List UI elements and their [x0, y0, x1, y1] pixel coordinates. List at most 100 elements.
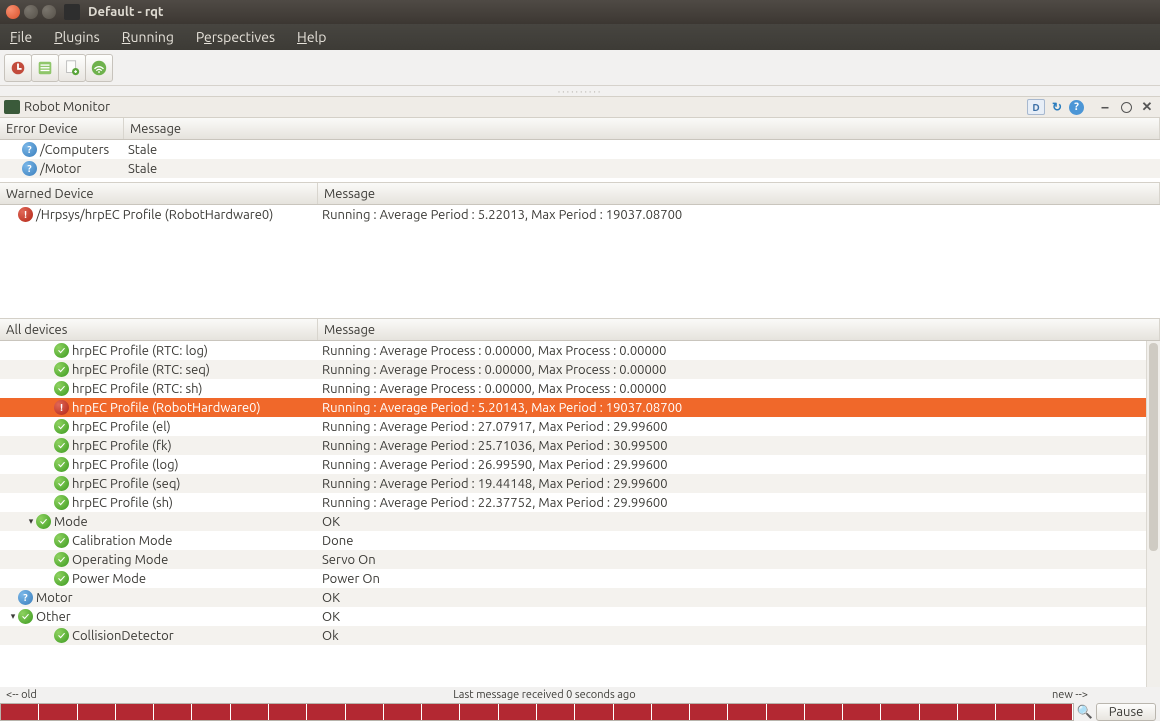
error-rows: /ComputersStale/MotorStale	[0, 140, 1160, 182]
minimize-plugin-icon[interactable]: –	[1096, 99, 1114, 115]
device-row[interactable]: MotorOK	[0, 588, 1146, 607]
timeline-segment[interactable]	[652, 704, 690, 720]
help-icon[interactable]: ?	[1069, 100, 1084, 115]
all-devices-pane: All devices Message hrpEC Profile (RTC: …	[0, 318, 1160, 721]
magnifier-icon[interactable]: 🔍	[1078, 703, 1092, 721]
device-label: hrpEC Profile (RTC: sh)	[72, 382, 202, 396]
timeline-segment[interactable]	[39, 704, 77, 720]
menu-plugins[interactable]: Plugins	[54, 29, 100, 45]
timeline-segment[interactable]	[614, 704, 652, 720]
disclosure-triangle[interactable]: ▾	[8, 611, 18, 622]
timeline-segment[interactable]	[460, 704, 498, 720]
timeline-segment[interactable]	[116, 704, 154, 720]
ok-status-icon	[54, 476, 69, 491]
device-label: Motor	[36, 591, 73, 605]
timeline-segment[interactable]	[192, 704, 230, 720]
plugin-title: Robot Monitor	[24, 100, 110, 114]
timeline-segment[interactable]	[231, 704, 269, 720]
menu-running[interactable]: Running	[122, 29, 174, 45]
page-add-icon	[63, 59, 81, 77]
timeline-new-label: new -->	[1052, 689, 1088, 701]
scrollbar-thumb[interactable]	[1149, 343, 1158, 551]
timeline-segment[interactable]	[499, 704, 537, 720]
plugin-icon	[4, 100, 20, 114]
timeline-segment[interactable]	[958, 704, 996, 720]
toolbar-button-3[interactable]	[58, 54, 86, 82]
warn-row[interactable]: /Hrpsys/hrpEC Profile (RobotHardware0)Ru…	[0, 205, 1160, 224]
message-label: Running : Average Period : 5.22013, Max …	[318, 208, 1160, 222]
device-label: hrpEC Profile (log)	[72, 458, 179, 472]
refresh-icon[interactable]: ↻	[1048, 99, 1066, 115]
error-col-device[interactable]: Error Device	[0, 118, 124, 139]
device-row[interactable]: Operating ModeServo On	[0, 550, 1146, 569]
timeline-segment[interactable]	[78, 704, 116, 720]
warn-status-icon	[18, 207, 33, 222]
toolbar-button-1[interactable]	[4, 54, 32, 82]
minimize-icon[interactable]	[24, 5, 38, 19]
timeline-bar[interactable]	[0, 703, 1074, 721]
close-plugin-icon[interactable]: ✕	[1138, 99, 1156, 115]
menu-help[interactable]: Help	[297, 29, 326, 45]
device-row[interactable]: Power ModePower On	[0, 569, 1146, 588]
device-row[interactable]: hrpEC Profile (RobotHardware0)Running : …	[0, 398, 1146, 417]
toolbar-button-4[interactable]	[85, 54, 113, 82]
timeline-segment[interactable]	[996, 704, 1034, 720]
device-row[interactable]: hrpEC Profile (el)Running : Average Peri…	[0, 417, 1146, 436]
all-col-message[interactable]: Message	[318, 319, 1160, 340]
error-row[interactable]: /MotorStale	[0, 159, 1160, 178]
timeline-segment[interactable]	[1, 704, 39, 720]
dock-toggle-icon[interactable]: D	[1027, 99, 1045, 115]
device-row[interactable]: hrpEC Profile (fk)Running : Average Peri…	[0, 436, 1146, 455]
message-label: Done	[318, 534, 1146, 548]
timeline-segment[interactable]	[881, 704, 919, 720]
timeline-segment[interactable]	[575, 704, 613, 720]
device-row[interactable]: hrpEC Profile (RTC: seq)Running : Averag…	[0, 360, 1146, 379]
timeline-segment[interactable]	[154, 704, 192, 720]
timeline-segment[interactable]	[307, 704, 345, 720]
timeline-segment[interactable]	[422, 704, 460, 720]
all-col-device[interactable]: All devices	[0, 319, 318, 340]
timeline-segment[interactable]	[805, 704, 843, 720]
timeline-segment[interactable]	[269, 704, 307, 720]
maximize-icon[interactable]	[42, 5, 56, 19]
window-title: Default - rqt	[88, 5, 164, 19]
toolbar-button-2[interactable]	[31, 54, 59, 82]
device-row[interactable]: hrpEC Profile (sh)Running : Average Peri…	[0, 493, 1146, 512]
timeline-segment[interactable]	[690, 704, 728, 720]
vertical-scrollbar[interactable]	[1146, 341, 1160, 687]
timeline-segment[interactable]	[728, 704, 766, 720]
device-label: hrpEC Profile (el)	[72, 420, 171, 434]
timeline-segment[interactable]	[767, 704, 805, 720]
device-label: /Motor	[40, 162, 81, 176]
device-row[interactable]: Calibration ModeDone	[0, 531, 1146, 550]
device-row[interactable]: CollisionDetectorOk	[0, 626, 1146, 645]
device-row[interactable]: hrpEC Profile (seq)Running : Average Per…	[0, 474, 1146, 493]
timeline-segment[interactable]	[537, 704, 575, 720]
message-label: Running : Average Period : 5.20143, Max …	[318, 401, 1146, 415]
pause-button[interactable]: Pause	[1096, 703, 1156, 721]
error-row[interactable]: /ComputersStale	[0, 140, 1160, 159]
error-col-message[interactable]: Message	[124, 118, 1160, 139]
timeline-segment[interactable]	[843, 704, 881, 720]
device-label: CollisionDetector	[72, 629, 174, 643]
device-row[interactable]: hrpEC Profile (RTC: sh)Running : Average…	[0, 379, 1146, 398]
timeline-segment[interactable]	[346, 704, 384, 720]
device-row[interactable]: hrpEC Profile (log) Running : Average Per…	[0, 455, 1146, 474]
close-icon[interactable]	[6, 5, 20, 19]
dock-grip[interactable]	[0, 86, 1160, 96]
message-label: Running : Average Period : 26.99590, Max…	[318, 458, 1146, 472]
timeline-segment[interactable]	[1035, 704, 1073, 720]
message-label: Power On	[318, 572, 1146, 586]
warn-col-message[interactable]: Message	[318, 183, 1160, 204]
menu-file[interactable]: File	[10, 29, 32, 45]
device-row[interactable]: ▾OtherOK	[0, 607, 1146, 626]
disclosure-triangle[interactable]: ▾	[26, 516, 36, 527]
float-plugin-icon[interactable]	[1117, 99, 1135, 115]
device-label: hrpEC Profile (seq)	[72, 477, 181, 491]
timeline-segment[interactable]	[384, 704, 422, 720]
timeline-segment[interactable]	[920, 704, 958, 720]
device-row[interactable]: ▾ModeOK	[0, 512, 1146, 531]
device-row[interactable]: hrpEC Profile (RTC: log)Running : Averag…	[0, 341, 1146, 360]
menu-perspectives[interactable]: Perspectives	[196, 29, 275, 45]
warn-col-device[interactable]: Warned Device	[0, 183, 318, 204]
